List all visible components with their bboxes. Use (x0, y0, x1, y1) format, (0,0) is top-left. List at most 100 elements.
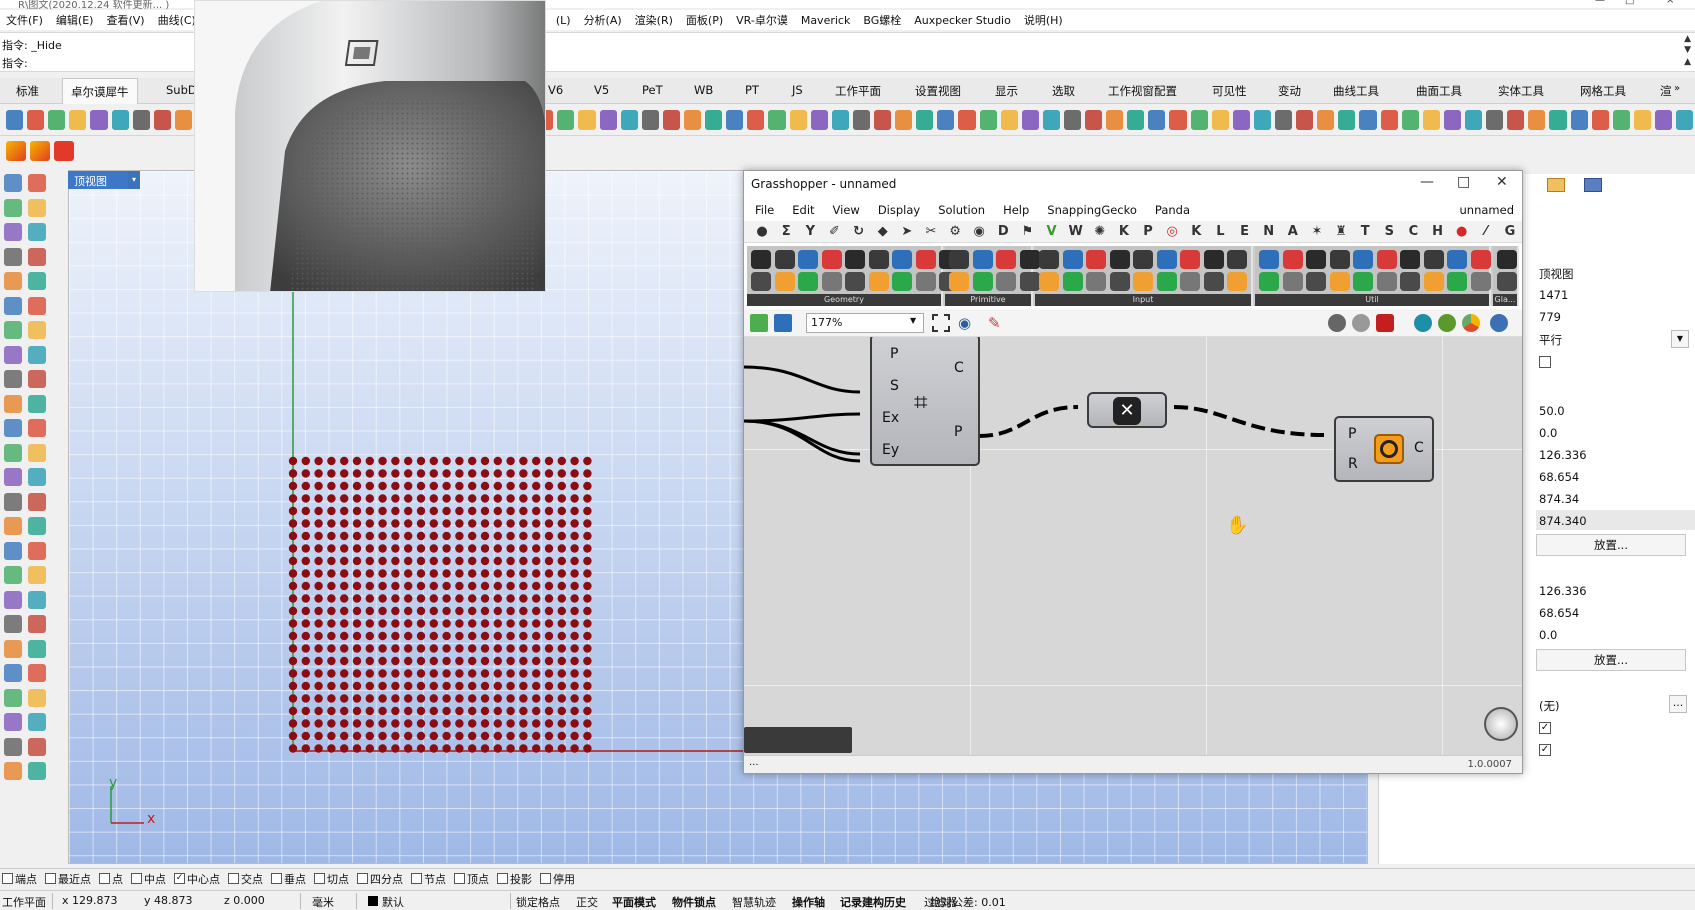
toolbar-icon[interactable] (90, 109, 108, 130)
component-icon[interactable] (1156, 272, 1177, 291)
show-checkbox[interactable]: ✓ (1539, 722, 1551, 734)
osnap-checkbox[interactable] (540, 873, 551, 884)
osnap-option[interactable]: 中点 (131, 871, 166, 887)
projection-select[interactable]: 平行 (1539, 332, 1562, 348)
circle-component[interactable]: P R C (1334, 416, 1434, 482)
component-icon[interactable] (972, 272, 993, 291)
close-button[interactable]: × (1666, 0, 1674, 6)
component-icon[interactable] (1156, 250, 1177, 269)
tool-icon[interactable] (28, 541, 46, 560)
camera-x-value[interactable]: 126.336 (1539, 448, 1587, 462)
osnap-option[interactable]: ✓ 中心点 (174, 871, 220, 887)
toolbar-icon[interactable] (1021, 109, 1039, 130)
tab-transform[interactable]: 变动 (1278, 83, 1301, 99)
gh-category-tab[interactable]: W (1064, 224, 1088, 239)
tool-icon[interactable] (4, 443, 22, 462)
viewport-title[interactable]: 顶视图 (68, 171, 128, 189)
scroll-down-icon[interactable]: ▼ (1684, 45, 1691, 55)
osnap-checkbox[interactable] (411, 873, 422, 884)
toolbar-icon[interactable] (1401, 109, 1419, 130)
toolbar-icon[interactable] (1085, 109, 1103, 130)
gh-category-tab[interactable]: P (1136, 224, 1160, 239)
tool-icon[interactable] (28, 198, 46, 217)
viewport-menu-icon[interactable]: ▾ (128, 171, 140, 189)
osnap-checkbox[interactable]: ✓ (174, 873, 185, 884)
component-icon[interactable] (1497, 272, 1517, 291)
toolbar-icon[interactable] (1042, 109, 1060, 130)
preview-eye-icon[interactable]: ◉ (958, 314, 971, 332)
component-icon[interactable] (1180, 272, 1200, 291)
osnap-checkbox[interactable] (2, 873, 13, 884)
tool-icon[interactable] (4, 468, 22, 486)
menu-file[interactable]: 文件(F) (6, 12, 43, 28)
gh-category-tab[interactable]: K (1184, 224, 1208, 239)
tool-icon[interactable] (28, 223, 46, 241)
tool-icon[interactable] (28, 713, 46, 731)
toolbar-icon[interactable] (1232, 109, 1250, 130)
tool-icon[interactable] (28, 394, 46, 413)
selected-preview-icon[interactable] (1376, 314, 1394, 332)
component-icon[interactable] (1039, 272, 1059, 291)
component-icon[interactable] (915, 250, 936, 269)
zoom-combobox[interactable]: 177% (806, 313, 924, 333)
distance-value[interactable]: 874.340 (1539, 514, 1587, 528)
tab-js[interactable]: JS (792, 83, 803, 97)
toolbar-icon[interactable] (1253, 109, 1272, 130)
tool-icon[interactable] (28, 345, 46, 364)
circle-input-r[interactable]: R (1348, 456, 1358, 472)
osnap-checkbox[interactable] (45, 873, 56, 884)
gh-category-tab[interactable]: ⁄ (1474, 224, 1498, 239)
osnap-checkbox[interactable] (131, 873, 142, 884)
component-icon[interactable] (774, 250, 795, 269)
toolbar-icon[interactable] (1169, 109, 1187, 130)
tool-icon[interactable] (28, 639, 46, 658)
component-icon[interactable] (1306, 272, 1326, 291)
component-icon[interactable] (751, 272, 771, 291)
plugin-icon[interactable] (1414, 314, 1432, 332)
target-z-value[interactable]: 0.0 (1539, 628, 1557, 642)
menu-analyze[interactable]: 分析(A) (584, 12, 622, 28)
gh-menu-display[interactable]: Display (878, 203, 920, 217)
lens-value[interactable]: 50.0 (1539, 404, 1565, 418)
osnap-option[interactable]: 节点 (411, 871, 446, 887)
tool-icon[interactable] (4, 590, 22, 609)
toolbar-icon[interactable] (1443, 109, 1462, 130)
status-toggle[interactable]: 锁定格点 (516, 894, 560, 910)
menu-maverick[interactable]: Maverick (801, 14, 851, 27)
toolbar-icon[interactable] (111, 109, 129, 130)
component-icon[interactable] (892, 250, 912, 269)
component-icon[interactable] (1353, 250, 1373, 269)
shaded-preview-icon[interactable] (1352, 314, 1370, 332)
gh-category-tab[interactable]: ● (750, 224, 774, 239)
circle-input-p[interactable]: P (1348, 426, 1356, 442)
toolbar-icon[interactable] (620, 109, 638, 130)
plugin-icon[interactable] (1438, 314, 1456, 332)
sketch-pen-icon[interactable]: ✎ (988, 314, 1001, 332)
toolbar-icon[interactable] (641, 109, 659, 130)
minimize-button[interactable]: — (1595, 0, 1605, 6)
tool-icon[interactable] (4, 688, 22, 707)
toolbar-icon[interactable] (1127, 109, 1145, 130)
color-wheel-icon[interactable] (1462, 314, 1480, 332)
status-toggle[interactable]: 物件锁点 (672, 894, 716, 910)
toolbar-icon[interactable] (27, 109, 45, 130)
gmail-icon[interactable] (54, 141, 74, 161)
component-icon[interactable] (1447, 250, 1467, 269)
toolbar-icon[interactable] (599, 109, 617, 130)
gh-widget-bar[interactable] (744, 727, 852, 753)
toolbar-icon[interactable] (1275, 109, 1293, 130)
osnap-checkbox[interactable] (454, 873, 465, 884)
toolbar-icon[interactable] (768, 109, 786, 130)
component-icon[interactable] (821, 272, 842, 291)
gh-category-tab[interactable]: G (1498, 224, 1522, 239)
osnap-checkbox[interactable] (497, 873, 508, 884)
component-icon[interactable] (1019, 272, 1040, 291)
gh-maximize-button[interactable]: □ (1457, 174, 1470, 190)
toolbar-icon[interactable] (1422, 109, 1440, 130)
circle-output-c[interactable]: C (1414, 440, 1424, 456)
toolbar-icon[interactable] (831, 109, 849, 130)
osnap-option[interactable]: 交点 (228, 871, 263, 887)
gh-category-tab[interactable]: ◉ (967, 224, 991, 239)
wireframe-preview-icon[interactable] (1328, 314, 1346, 332)
toolbar-icon[interactable] (557, 109, 575, 130)
